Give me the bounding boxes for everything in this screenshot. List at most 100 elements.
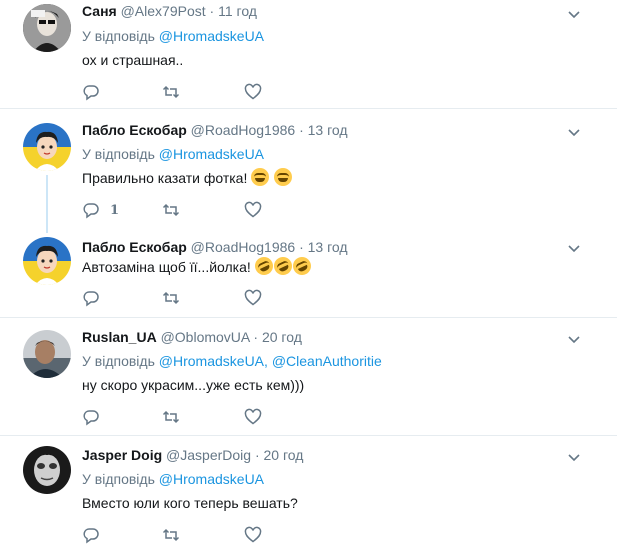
tears-of-joy-emoji	[251, 168, 270, 186]
tweet-header: Саня @Alex79Post · 11 год	[82, 2, 257, 20]
retweet-icon	[162, 410, 180, 424]
tweet-text: ну скоро украсим...уже есть кем)))	[82, 375, 304, 395]
avatar-image	[23, 330, 71, 378]
separator-dot: ·	[299, 122, 304, 138]
timestamp[interactable]: 11 год	[218, 3, 257, 19]
mention-link[interactable]: @HromadskeUA	[159, 471, 264, 487]
tweet-text-body: Автозаміна щоб її...йолка!	[82, 259, 251, 275]
heart-icon	[244, 83, 262, 100]
reply-context: У відповідь @HromadskeUA	[82, 470, 264, 488]
tears-of-joy-emoji	[274, 168, 293, 186]
retweet-icon	[162, 203, 180, 217]
mention-link[interactable]: @HromadskeUA	[159, 28, 264, 44]
timestamp[interactable]: 13 год	[308, 122, 348, 138]
like-button[interactable]	[244, 82, 262, 102]
chevron-down-icon[interactable]	[566, 240, 582, 256]
reply-button[interactable]: 1	[82, 200, 119, 220]
retweet-button[interactable]	[162, 525, 180, 545]
separator-dot: ·	[299, 239, 304, 255]
chevron-down-icon[interactable]	[566, 124, 582, 140]
rofl-emoji	[289, 254, 314, 278]
reply-button[interactable]	[82, 407, 110, 427]
display-name[interactable]: Пабло Ескобар	[82, 122, 187, 138]
tweet-text: ох и страшная..	[82, 50, 183, 70]
reply-prefix: У відповідь	[82, 28, 155, 44]
tweet-text-body: Правильно казати фотка!	[82, 170, 248, 186]
mention-link[interactable]: @HromadskeUA,	[159, 353, 268, 369]
reply-context: У відповідь @HromadskeUA, @CleanAuthorit…	[82, 352, 382, 370]
heart-icon	[244, 526, 262, 543]
reply-prefix: У відповідь	[82, 471, 155, 487]
tweet-1[interactable]: Саня @Alex79Post · 11 год У відповідь @H…	[0, 0, 617, 108]
display-name[interactable]: Ruslan_UA	[82, 329, 157, 345]
user-handle[interactable]: @RoadHog1986	[191, 239, 296, 255]
tweet-text: Автозаміна щоб її...йолка!	[82, 254, 314, 278]
mention-link[interactable]: @HromadskeUA	[159, 146, 264, 162]
avatar[interactable]	[23, 446, 71, 494]
tweet-header: Jasper Doig @JasperDoig · 20 год	[82, 446, 303, 464]
separator-dot: ·	[254, 447, 260, 463]
rofl-emoji	[270, 254, 295, 278]
heart-icon	[244, 408, 262, 425]
rofl-emoji	[251, 254, 276, 278]
retweet-icon	[162, 528, 180, 542]
reply-button[interactable]	[82, 82, 110, 102]
retweet-icon	[162, 291, 180, 305]
chevron-down-icon[interactable]	[566, 6, 582, 22]
timestamp[interactable]: 20 год	[262, 329, 302, 345]
retweet-button[interactable]	[162, 288, 180, 308]
user-handle[interactable]: @Alex79Post	[121, 3, 206, 19]
separator-dot: ·	[253, 329, 259, 345]
timestamp[interactable]: 20 год	[264, 447, 304, 463]
avatar[interactable]	[23, 123, 71, 171]
reply-icon	[83, 291, 99, 307]
display-name[interactable]: Саня	[82, 3, 117, 19]
retweet-button[interactable]	[162, 200, 180, 220]
heart-icon	[244, 201, 262, 218]
reply-button[interactable]	[82, 288, 110, 308]
like-button[interactable]	[244, 200, 262, 220]
like-button[interactable]	[244, 525, 262, 545]
tweet-header: Пабло Ескобар @RoadHog1986 · 13 год	[82, 238, 348, 256]
reply-count: 1	[110, 202, 120, 218]
user-handle[interactable]: @RoadHog1986	[191, 122, 296, 138]
tweet-text-body: ну скоро украсим...уже есть кем)))	[82, 377, 305, 393]
tweet-2[interactable]: Пабло Ескобар @RoadHog1986 · 13 год У ві…	[0, 109, 617, 233]
reply-icon	[83, 410, 99, 426]
avatar-image	[23, 446, 71, 494]
display-name[interactable]: Jasper Doig	[82, 447, 162, 463]
avatar-image	[23, 123, 71, 171]
tweet-text: Правильно казати фотка!	[82, 168, 293, 188]
retweet-button[interactable]	[162, 407, 180, 427]
heart-icon	[244, 289, 262, 306]
reply-button[interactable]	[82, 525, 110, 545]
avatar-image	[23, 237, 71, 285]
tweet-3[interactable]: Пабло Ескобар @RoadHog1986 · 13 год Авто…	[0, 227, 617, 317]
avatar[interactable]	[23, 4, 71, 52]
reply-context: У відповідь @HromadskeUA	[82, 145, 264, 163]
tweet-5[interactable]: Jasper Doig @JasperDoig · 20 год У відпо…	[0, 436, 617, 544]
user-handle[interactable]: @OblomovUA	[161, 329, 250, 345]
like-button[interactable]	[244, 288, 262, 308]
user-handle[interactable]: @JasperDoig	[166, 447, 251, 463]
retweet-icon	[162, 85, 180, 99]
timestamp[interactable]: 13 год	[308, 239, 348, 255]
retweet-button[interactable]	[162, 82, 180, 102]
avatar[interactable]	[23, 330, 71, 378]
like-button[interactable]	[244, 407, 262, 427]
separator-dot: ·	[209, 3, 215, 19]
tweet-header: Ruslan_UA @OblomovUA · 20 год	[82, 328, 302, 346]
thread-connector	[46, 175, 48, 233]
tweet-header: Пабло Ескобар @RoadHog1986 · 13 год	[82, 121, 348, 139]
avatar[interactable]	[23, 237, 71, 285]
avatar-image	[23, 4, 71, 52]
chevron-down-icon[interactable]	[566, 449, 582, 465]
mention-link[interactable]: @CleanAuthoritie	[272, 353, 382, 369]
reply-context: У відповідь @HromadskeUA	[82, 27, 264, 45]
tweet-4[interactable]: Ruslan_UA @OblomovUA · 20 год У відповід…	[0, 318, 617, 435]
reply-prefix: У відповідь	[82, 146, 155, 162]
reply-icon	[83, 528, 99, 544]
reply-icon	[83, 85, 99, 101]
display-name[interactable]: Пабло Ескобар	[82, 239, 187, 255]
chevron-down-icon[interactable]	[566, 331, 582, 347]
